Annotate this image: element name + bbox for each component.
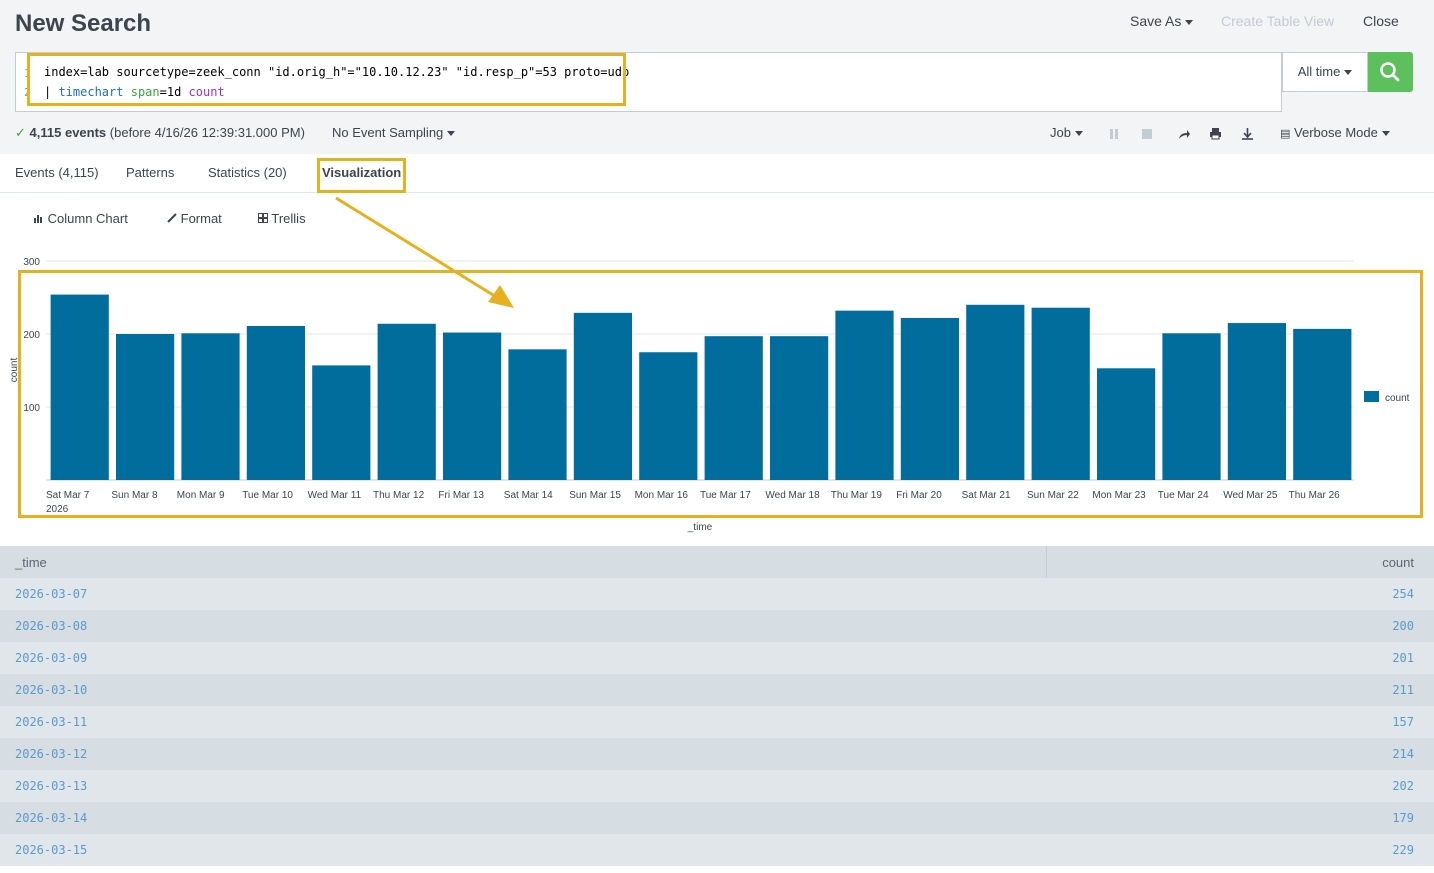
count-cell[interactable]: 202 — [1392, 779, 1414, 793]
time-cell[interactable]: 2026-03-08 — [15, 619, 87, 633]
time-cell[interactable]: 2026-03-13 — [15, 779, 87, 793]
count-cell[interactable]: 200 — [1392, 619, 1414, 633]
count-cell[interactable]: 254 — [1392, 587, 1414, 601]
table-body: 2026-03-07 254 2026-03-08 200 2026-03-09 201 2… — [0, 578, 1434, 866]
table-row: 2026-03-14 179 — [0, 802, 1434, 834]
count-cell[interactable]: 211 — [1392, 683, 1414, 697]
table-row: 2026-03-07 254 — [0, 578, 1434, 610]
time-cell[interactable]: 2026-03-15 — [15, 843, 87, 857]
table-row: 2026-03-15 229 — [0, 834, 1434, 866]
time-cell[interactable]: 2026-03-14 — [15, 811, 87, 825]
count-cell[interactable]: 157 — [1392, 715, 1414, 729]
time-cell[interactable]: 2026-03-12 — [15, 747, 87, 761]
time-cell[interactable]: 2026-03-09 — [15, 651, 87, 665]
time-cell[interactable]: 2026-03-10 — [15, 683, 87, 697]
time-cell[interactable]: 2026-03-11 — [15, 715, 87, 729]
column-header-time[interactable]: _time — [15, 555, 47, 570]
count-cell[interactable]: 229 — [1392, 843, 1414, 857]
table-row: 2026-03-11 157 — [0, 706, 1434, 738]
table-row: 2026-03-12 214 — [0, 738, 1434, 770]
column-divider — [1046, 546, 1047, 578]
count-cell[interactable]: 179 — [1392, 811, 1414, 825]
table-header: _time count — [0, 546, 1434, 578]
column-header-count[interactable]: count — [1382, 555, 1414, 570]
table-row: 2026-03-09 201 — [0, 642, 1434, 674]
count-cell[interactable]: 214 — [1392, 747, 1414, 761]
table-row: 2026-03-08 200 — [0, 610, 1434, 642]
time-cell[interactable]: 2026-03-07 — [15, 587, 87, 601]
results-table: _time count 2026-03-07 254 2026-03-08 200 20… — [0, 546, 1434, 866]
table-row: 2026-03-10 211 — [0, 674, 1434, 706]
count-cell[interactable]: 201 — [1392, 651, 1414, 665]
table-row: 2026-03-13 202 — [0, 770, 1434, 802]
